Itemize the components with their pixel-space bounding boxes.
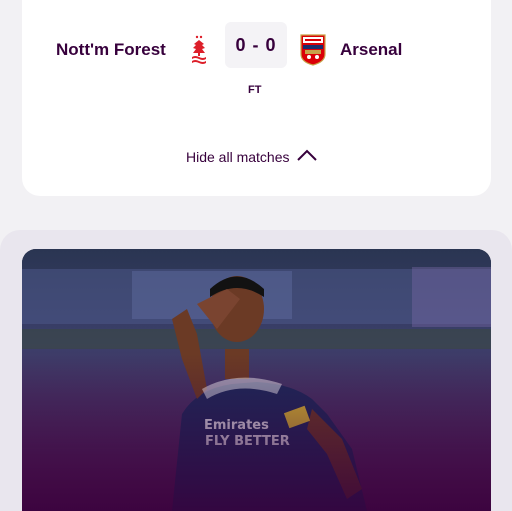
arsenal-crest-icon [300, 34, 326, 66]
hide-all-matches-label: Hide all matches [186, 148, 290, 165]
chevron-up-icon [296, 148, 318, 165]
hide-all-matches-button[interactable]: Hide all matches [186, 148, 318, 165]
match-status: FT [248, 84, 262, 96]
score: 0 - 0 [235, 34, 277, 55]
score-box[interactable]: 0 - 0 [225, 22, 287, 68]
match-card[interactable]: Nott'm Forest 0 - 0 Arsenal FT Hide all … [22, 0, 491, 196]
away-team-name: Arsenal [340, 40, 403, 59]
home-team-name: Nott'm Forest [56, 40, 166, 59]
nottingham-forest-crest-icon [190, 34, 208, 66]
news-image[interactable]: Emirates FLY BETTER [22, 249, 491, 511]
